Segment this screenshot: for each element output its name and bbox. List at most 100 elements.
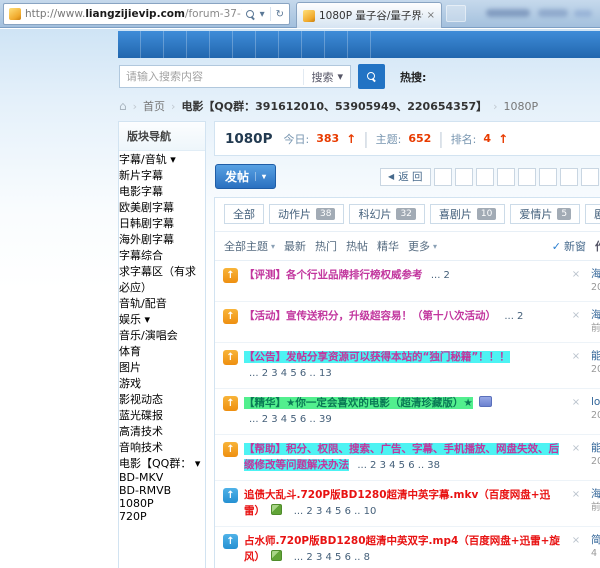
sidebar-item[interactable]: 蓝光碟报 bbox=[119, 407, 205, 423]
page-button[interactable] bbox=[454, 167, 473, 186]
sidebar-item[interactable]: 1080P bbox=[119, 497, 205, 510]
close-icon[interactable]: × bbox=[568, 489, 584, 500]
sidebar-item[interactable]: 电影字幕 bbox=[119, 183, 205, 199]
nav-item[interactable] bbox=[141, 31, 164, 58]
sidebar-item[interactable]: 音乐/演唱会 bbox=[119, 327, 205, 343]
sidebar-item[interactable]: 字幕/音轨 ▾ bbox=[119, 151, 205, 167]
sidebar-item[interactable]: 娱乐 ▾ bbox=[119, 311, 205, 327]
sidebar-item[interactable]: 体育 bbox=[119, 343, 205, 359]
thread-author[interactable]: 能 bbox=[591, 349, 600, 363]
thread-title-link[interactable]: 【评测】各个行业品牌排行榜权威参考 bbox=[244, 269, 423, 281]
page-button[interactable] bbox=[517, 167, 536, 186]
page-button[interactable] bbox=[538, 167, 557, 186]
sidebar-item[interactable]: BD-RMVB bbox=[119, 484, 205, 497]
new-window-toggle[interactable]: ✓ 新窗 bbox=[552, 238, 586, 254]
close-icon[interactable]: × bbox=[568, 443, 584, 454]
breadcrumb-forum[interactable]: 电影【QQ群：391612010、53905949、220654357】 bbox=[181, 98, 487, 114]
sidebar-item[interactable]: 新片字幕 bbox=[119, 167, 205, 183]
thread-pagination[interactable]: ... 2 3 4 5 6 .. 39 bbox=[249, 414, 332, 425]
nav-item[interactable] bbox=[348, 31, 371, 58]
search-box: 搜索▾ bbox=[119, 65, 351, 88]
sort-link[interactable]: 热门 bbox=[315, 238, 337, 254]
thread-author[interactable]: 能 bbox=[591, 441, 600, 455]
home-icon[interactable]: ⌂ bbox=[119, 99, 127, 113]
refresh-icon[interactable]: ↻ bbox=[276, 9, 284, 20]
thread-author[interactable]: 海 bbox=[591, 267, 600, 281]
breadcrumb-home[interactable]: 首页 bbox=[143, 98, 165, 114]
sidebar-item[interactable]: 音轨/配音 bbox=[119, 295, 205, 311]
sort-link[interactable]: 全部主题 ▾ bbox=[224, 238, 275, 254]
address-bar[interactable]: http://www.liangzijievip.com/forum-37-1.… bbox=[3, 3, 290, 25]
thread-pagination[interactable]: ... 2 3 4 5 6 .. 10 bbox=[294, 506, 377, 517]
thread-title-link[interactable]: 【精华】★你一定会喜欢的电影（超清珍藏版）★ bbox=[244, 397, 473, 409]
sidebar-item[interactable]: 影视动态 bbox=[119, 391, 205, 407]
thread-author[interactable]: lo bbox=[591, 395, 600, 409]
category-tab[interactable]: 全部 bbox=[224, 204, 264, 224]
nav-item[interactable] bbox=[187, 31, 210, 58]
page-button[interactable] bbox=[580, 167, 599, 186]
search-type-dropdown[interactable]: 搜索 ▾ bbox=[303, 68, 350, 85]
category-tab[interactable]: 动作片 38 bbox=[269, 204, 345, 224]
close-icon[interactable]: × bbox=[568, 535, 584, 546]
close-icon[interactable]: × bbox=[568, 269, 584, 280]
thread-title-link[interactable]: 【公告】发帖分享资源可以获得本站的“独门秘籍”！！！ bbox=[244, 351, 510, 363]
category-tab[interactable]: 爱情片 5 bbox=[510, 204, 581, 224]
sidebar-item[interactable]: BD-MKV bbox=[119, 471, 205, 484]
sidebar-item[interactable]: 720P bbox=[119, 510, 205, 523]
nav-item[interactable] bbox=[210, 31, 233, 58]
new-tab-button[interactable] bbox=[446, 5, 466, 22]
thread-author[interactable]: 海 bbox=[591, 487, 600, 501]
new-post-button[interactable]: 发帖 ▾ bbox=[215, 164, 277, 189]
close-icon[interactable]: × bbox=[568, 310, 584, 321]
thread-pagination[interactable]: ... 2 bbox=[504, 311, 523, 322]
thread-pagination[interactable]: ... 2 3 4 5 6 .. 8 bbox=[294, 552, 370, 563]
sidebar-item[interactable]: 电影【QQ群： ▾ bbox=[119, 455, 205, 471]
back-button[interactable]: ◀ 返 回 bbox=[380, 167, 431, 186]
search-input[interactable] bbox=[120, 70, 304, 83]
sidebar-item-label: 影视动态 bbox=[119, 393, 163, 406]
thread-title-link[interactable]: 【活动】宣传送积分，升级超容易！（第十八次活动） bbox=[244, 310, 496, 322]
page-button[interactable] bbox=[496, 167, 515, 186]
nav-item[interactable] bbox=[279, 31, 302, 58]
sort-link[interactable]: 更多 ▾ bbox=[408, 238, 437, 254]
sidebar-item[interactable]: 日韩剧字幕 bbox=[119, 215, 205, 231]
search-button[interactable] bbox=[358, 64, 385, 89]
tab-close-icon[interactable]: × bbox=[427, 10, 435, 21]
thread-pagination[interactable]: ... 2 3 4 5 6 .. 13 bbox=[249, 368, 332, 379]
sort-link[interactable]: 最新 bbox=[284, 238, 306, 254]
nav-item[interactable] bbox=[302, 31, 325, 58]
sort-link[interactable]: 精华 bbox=[377, 238, 399, 254]
caret-down-icon: ▾ bbox=[337, 70, 343, 83]
thread-pagination[interactable]: ... 2 3 4 5 6 .. 38 bbox=[357, 460, 440, 471]
thread-pagination[interactable]: ... 2 bbox=[431, 270, 450, 281]
category-tab[interactable]: 喜剧片 10 bbox=[429, 204, 506, 224]
close-icon[interactable]: × bbox=[568, 351, 584, 362]
nav-item[interactable] bbox=[233, 31, 256, 58]
nav-item[interactable] bbox=[325, 31, 348, 58]
search-icon[interactable] bbox=[245, 9, 255, 19]
thread-title-link[interactable]: 追债大乱斗.720P版BD1280超清中英字幕.mkv（百度网盘+迅雷） bbox=[244, 489, 550, 517]
close-icon[interactable]: × bbox=[568, 397, 584, 408]
nav-item[interactable] bbox=[118, 31, 141, 58]
sidebar-item[interactable]: 游戏 bbox=[119, 375, 205, 391]
thread-author[interactable]: 海 bbox=[591, 308, 600, 322]
sidebar-item[interactable]: 音响技术 bbox=[119, 439, 205, 455]
thread-author[interactable]: 简 bbox=[591, 533, 600, 547]
sort-link[interactable]: 热帖 bbox=[346, 238, 368, 254]
category-tab[interactable]: 剧情片 32 bbox=[585, 204, 600, 224]
sidebar-item[interactable]: 字幕综合 bbox=[119, 247, 205, 263]
sidebar-item[interactable]: 高清技术 bbox=[119, 423, 205, 439]
page-button[interactable] bbox=[433, 167, 452, 186]
page-button[interactable] bbox=[559, 167, 578, 186]
page-button[interactable] bbox=[475, 167, 494, 186]
sidebar-item[interactable]: 图片 bbox=[119, 359, 205, 375]
category-tab[interactable]: 科幻片 32 bbox=[349, 204, 425, 224]
sidebar-item[interactable]: 海外剧字幕 bbox=[119, 231, 205, 247]
browser-tab[interactable]: 1080P 量子谷/量子界论坛 ... × bbox=[296, 2, 442, 28]
thread-title-link[interactable]: 占水师.720P版BD1280超清中英双字.mp4（百度网盘+迅雷+旋风） bbox=[244, 535, 560, 563]
sidebar-item[interactable]: 欧美剧字幕 bbox=[119, 199, 205, 215]
caret-down-icon[interactable]: ▾ bbox=[260, 9, 265, 20]
nav-item[interactable] bbox=[256, 31, 279, 58]
nav-item[interactable] bbox=[164, 31, 187, 58]
sidebar-item[interactable]: 求字幕区（有求必应） bbox=[119, 263, 205, 295]
